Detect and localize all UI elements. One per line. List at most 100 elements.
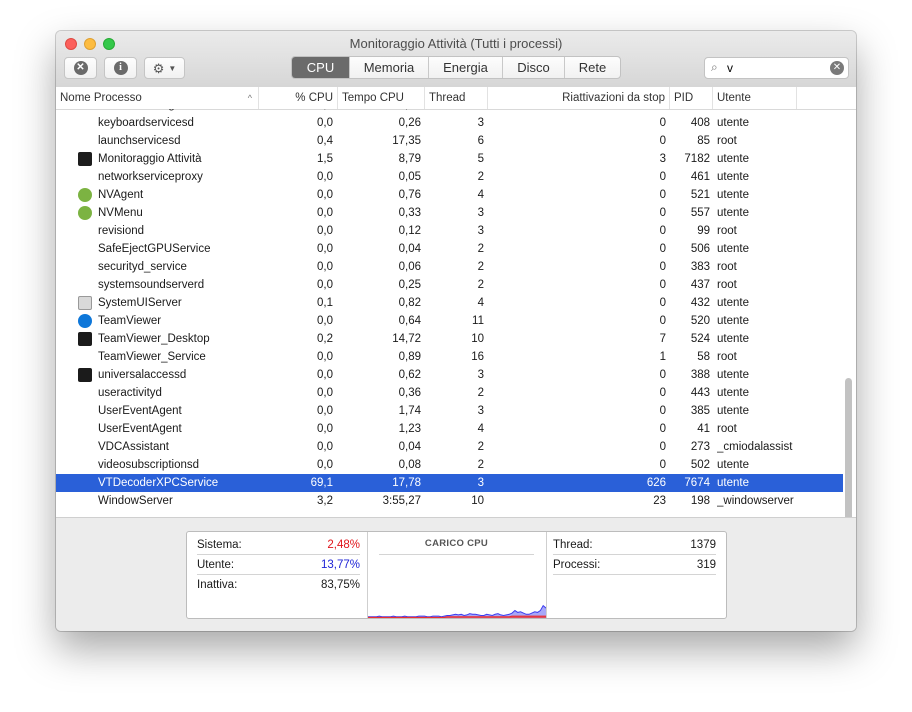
table-row[interactable]: revisiond 0,0 0,12 3 0 99 root [56, 222, 843, 240]
cell-cpu-time: 0,64 [398, 315, 421, 327]
cell-cpu-percent: 0,0 [317, 171, 333, 183]
column-header-time[interactable]: Tempo CPU [338, 87, 425, 109]
tab-disco[interactable]: Disco [503, 57, 565, 78]
cell-pid: 198 [690, 495, 710, 507]
cell-cpu-time: 17,35 [392, 135, 421, 147]
tab-cpu[interactable]: CPU [292, 57, 350, 78]
cell-wakeups: 0 [659, 117, 666, 129]
column-header-name[interactable]: Nome Processo ^ [56, 87, 259, 109]
cell-cpu-time: 0,26 [398, 117, 421, 129]
cell-cpu-percent: 0,0 [317, 351, 333, 363]
stat-value: 1379 [690, 539, 716, 551]
cell-cpu-percent: 0,0 [317, 261, 333, 273]
clear-search-icon[interactable]: ✕ [830, 61, 844, 75]
gear-menu-button[interactable]: ⚙ ▼ [144, 57, 185, 79]
column-header-pid[interactable]: PID [670, 87, 713, 109]
terminal-icon [78, 332, 92, 346]
cell-wakeups: 0 [659, 243, 666, 255]
stat-label: Sistema: [197, 539, 242, 551]
cpu-summary-panel: Sistema: 2,48% Utente: 13,77% Inattiva: … [186, 531, 727, 619]
cell-wakeups: 0 [659, 423, 666, 435]
table-row[interactable]: universalaccessd 0,0 0,62 3 0 388 utente [56, 366, 843, 384]
cell-pid: 85 [697, 135, 710, 147]
search-icon: ⌕ [711, 60, 718, 74]
stat-sistema: Sistema: 2,48% [197, 536, 360, 554]
table-row[interactable]: UserEventAgent 0,0 1,74 3 0 385 utente [56, 402, 843, 420]
stat-value: 319 [696, 559, 716, 571]
cell-pid: 41 [697, 423, 710, 435]
cell-cpu-time: 0,76 [398, 189, 421, 201]
tab-rete[interactable]: Rete [565, 57, 620, 78]
table-rows: KernelEventAgent0,00,0130102rootkeyboard… [56, 109, 843, 510]
table-row[interactable]: TeamViewer_Service 0,0 0,89 16 1 58 root [56, 348, 843, 366]
table-row[interactable]: launchservicesd 0,4 17,35 6 0 85 root [56, 132, 843, 150]
nvidia-app-icon [78, 206, 92, 220]
cell-cpu-time: 0,82 [398, 297, 421, 309]
cell-user: _windowserver [717, 495, 794, 507]
stat-processi: Processi: 319 [553, 556, 716, 574]
cell-user: utente [717, 117, 749, 129]
table-row[interactable]: SafeEjectGPUService 0,0 0,04 2 0 506 utente [56, 240, 843, 258]
inspect-process-button[interactable]: i [104, 57, 137, 79]
divider [197, 574, 360, 575]
cell-cpu-time: 3:55,27 [382, 495, 421, 507]
table-row[interactable]: SystemUIServer 0,1 0,82 4 0 432 utente [56, 294, 843, 312]
cell-cpu-percent: 0,0 [317, 117, 333, 129]
table-row[interactable]: videosubscriptionsd 0,0 0,08 2 0 502 utente [56, 456, 843, 474]
chevron-down-icon: ▼ [168, 63, 177, 73]
column-header-cpu[interactable]: % CPU [259, 87, 338, 109]
cell-wakeups: 626 [646, 477, 666, 489]
cell-thread-count: 3 [477, 225, 484, 237]
table-row[interactable]: systemsoundserverd 0,0 0,25 2 0 437 root [56, 276, 843, 294]
column-header-user[interactable]: Utente [713, 87, 797, 109]
stat-thread: Thread: 1379 [553, 536, 716, 554]
table-row[interactable]: securityd_service 0,0 0,06 2 0 383 root [56, 258, 843, 276]
table-row[interactable]: TeamViewer 0,0 0,64 11 0 520 utente [56, 312, 843, 330]
column-header-threads[interactable]: Thread [425, 87, 488, 109]
monitor-app-icon [78, 152, 92, 166]
divider [379, 554, 534, 555]
stat-value: 83,75% [320, 579, 360, 591]
nvidia-app-icon [78, 188, 92, 202]
table-row[interactable]: NVAgent 0,0 0,76 4 0 521 utente [56, 186, 843, 204]
search-input[interactable] [727, 60, 827, 76]
search-field[interactable]: ⌕ ✕ [704, 57, 849, 79]
cell-cpu-time: 0,89 [398, 351, 421, 363]
cell-cpu-time: 14,72 [392, 333, 421, 345]
cell-pid: 437 [690, 279, 710, 291]
stat-label: Utente: [197, 559, 235, 571]
table-row[interactable]: VDCAssistant 0,0 0,04 2 0 273 _cmiodalassist [56, 438, 843, 456]
table-row[interactable]: Monitoraggio Attività 1,5 8,79 5 3 7182 utente [56, 150, 843, 168]
cell-cpu-time: 8,79 [398, 153, 421, 165]
cell-user: utente [717, 477, 749, 489]
column-label: Nome Processo [60, 92, 142, 104]
cell-user: utente [717, 459, 749, 471]
table-row[interactable]: NVMenu 0,0 0,33 3 0 557 utente [56, 204, 843, 222]
tab-energia[interactable]: Energia [429, 57, 503, 78]
table-row[interactable]: keyboardservicesd 0,0 0,26 3 0 408 utente [56, 114, 843, 132]
process-table: Nome Processo ^ % CPU Tempo CPU Thread R… [56, 87, 856, 560]
table-row[interactable]: networkserviceproxy 0,0 0,05 2 0 461 utente [56, 168, 843, 186]
cell-user: root [717, 135, 737, 147]
cell-user: utente [717, 297, 749, 309]
cell-thread-count: 2 [477, 459, 484, 471]
table-row[interactable]: useractivityd 0,0 0,36 2 0 443 utente [56, 384, 843, 402]
stop-process-button[interactable]: ✕ [64, 57, 97, 79]
cell-pid: 7182 [684, 153, 710, 165]
window-title: Monitoraggio Attività (Tutti i processi) [349, 36, 563, 51]
cell-wakeups: 0 [659, 315, 666, 327]
cell-cpu-percent: 0,0 [317, 369, 333, 381]
cell-wakeups: 0 [659, 189, 666, 201]
titlebar: Monitoraggio Attività (Tutti i processi)… [56, 31, 856, 88]
column-header-wakeups[interactable]: Riattivazioni da stop [488, 87, 670, 109]
cell-wakeups: 0 [659, 225, 666, 237]
table-row[interactable]: VTDecoderXPCService 69,1 17,78 3 626 7674 uten… [56, 474, 843, 492]
cell-thread-count: 2 [477, 387, 484, 399]
table-row[interactable]: UserEventAgent 0,0 1,23 4 0 41 root [56, 420, 843, 438]
cell-wakeups: 3 [659, 153, 666, 165]
table-row[interactable]: TeamViewer_Desktop 0,2 14,72 10 7 524 utente [56, 330, 843, 348]
tab-memoria[interactable]: Memoria [350, 57, 429, 78]
cell-cpu-percent: 0,0 [317, 459, 333, 471]
table-row[interactable]: WindowServer 3,2 3:55,27 10 23 198 _windowserv… [56, 492, 843, 510]
cell-thread-count: 3 [477, 405, 484, 417]
